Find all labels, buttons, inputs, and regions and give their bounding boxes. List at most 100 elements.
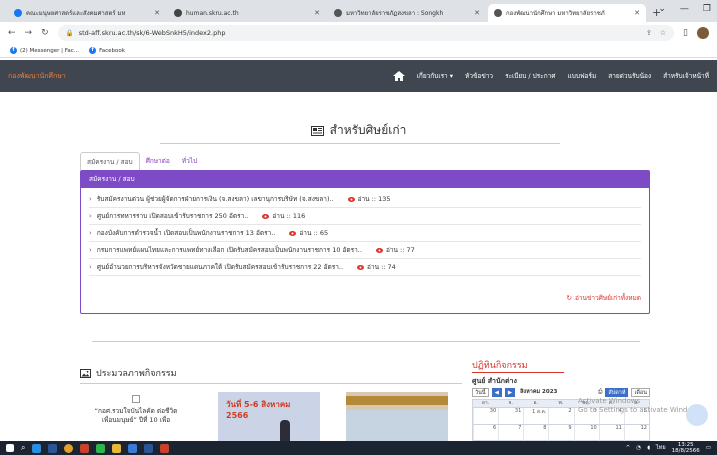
calendar-day[interactable]: 8: [523, 425, 548, 441]
gallery-card-1[interactable]: “กอศ.รวมใจบันไลคัด ต่อชีวิต เพื่อนมนุษย์…: [85, 392, 187, 441]
tab-jobs-exams[interactable]: สมัครงาน / สอบ: [80, 152, 140, 170]
reload-icon[interactable]: ↻: [41, 28, 49, 38]
calendar-week-view[interactable]: สัปดาห์: [605, 387, 629, 397]
taskbar-clock[interactable]: 13:25 18/8/2566: [672, 442, 700, 454]
forward-arrow-icon[interactable]: →: [25, 28, 33, 38]
lock-icon[interactable]: 🔒: [66, 29, 74, 37]
back-arrow-icon[interactable]: ←: [8, 28, 16, 38]
chrome-icon[interactable]: [64, 443, 74, 453]
calendar-day[interactable]: 1 ส.ค.: [523, 408, 548, 424]
browser-tab-3[interactable]: มหาวิทยาลัยราชภัฏสงขลา : Songkh ✕: [328, 4, 486, 22]
menu-forms[interactable]: แบบฟอร์ม: [568, 71, 597, 81]
bookmark-messenger[interactable]: f (2) Messenger | Fac...: [10, 47, 79, 54]
news-title[interactable]: กรมการแพทย์แผนไทยและการแพทย์ทางเลือก เปิ…: [97, 245, 362, 255]
volume-icon[interactable]: ◖: [647, 445, 650, 451]
print-icon[interactable]: ⎙: [598, 389, 602, 396]
menu-hotline[interactable]: สายด่วนรับน้อง: [608, 71, 651, 81]
more-news-link[interactable]: ↻ อ่านข่าวศิษย์เก่าทั้งหมด: [567, 293, 641, 303]
calendar-day[interactable]: 30: [473, 408, 498, 424]
home-icon[interactable]: [392, 71, 405, 81]
chevron-right-icon: ›: [89, 212, 92, 220]
gallery-caption: “กอศ.รวมใจบันไลคัด ต่อชีวิต เพื่อนมนุษย์…: [94, 407, 178, 424]
news-panel: สมัครงาน / สอบ › รับสมัครงานด่วน ผู้ช่วย…: [80, 170, 650, 314]
word-doc-icon[interactable]: [144, 443, 154, 453]
powerpoint-icon[interactable]: [80, 443, 90, 453]
notification-icon[interactable]: ▭: [706, 445, 711, 451]
windows-start-icon[interactable]: [6, 444, 14, 452]
calendar-prev-button[interactable]: ◀: [491, 387, 502, 397]
menu-staff[interactable]: สำหรับเจ้าหน้าที่: [663, 71, 709, 81]
tab-close-icon[interactable]: ✕: [634, 9, 640, 17]
section-divider: [92, 341, 640, 342]
eye-icon: [357, 264, 365, 270]
news-title[interactable]: กองบังคับการตำรวจน้ำ เปิดสอบเป็นพนักงานร…: [97, 228, 276, 238]
restore-icon[interactable]: ❐: [703, 4, 711, 14]
news-title[interactable]: ศูนย์อำนวยการบริหารจังหวัดชายแดนภาคใต้ เ…: [97, 262, 343, 272]
wifi-icon[interactable]: ◔: [636, 445, 641, 451]
list-item[interactable]: › ศูนย์การทหารราบ เปิดสอบเข้ารับราชการ 2…: [89, 208, 641, 225]
calendar-day[interactable]: 2: [548, 408, 573, 424]
view-count: อ่าน :: 77: [375, 245, 415, 255]
scroll-top-button[interactable]: [686, 404, 708, 426]
view-count: อ่าน :: 74: [357, 262, 396, 272]
tab-search-chevron-icon[interactable]: ⌄: [658, 4, 666, 14]
calendar-day[interactable]: 6: [473, 425, 498, 441]
calendar-day[interactable]: 12: [623, 425, 649, 441]
banner-strip: [346, 396, 448, 405]
tab-close-icon[interactable]: ✕: [474, 9, 480, 17]
calendar-day[interactable]: 11: [598, 425, 624, 441]
menu-regulations[interactable]: ระเบียบ / ประกาศ: [505, 71, 555, 81]
url-input[interactable]: 🔒 std-aff.skru.ac.th/sk/6-WebSnkH5/index…: [57, 25, 675, 41]
store-icon[interactable]: [128, 443, 138, 453]
word-icon[interactable]: [48, 443, 58, 453]
tab-general[interactable]: ทั่วไป: [176, 152, 203, 170]
bookmark-facebook[interactable]: f Facebook: [89, 47, 125, 54]
bookmark-star-icon[interactable]: ☆: [660, 29, 666, 37]
line-icon[interactable]: [96, 443, 106, 453]
chevron-right-icon: ›: [89, 229, 92, 237]
menu-news[interactable]: หัวข้อข่าว: [465, 71, 493, 81]
calendar-day[interactable]: 9: [548, 425, 573, 441]
edge-icon[interactable]: [32, 443, 42, 453]
site-brand[interactable]: กองพัฒนานักศึกษา: [8, 71, 66, 82]
tab-close-icon[interactable]: ✕: [154, 9, 160, 17]
tab-further-study[interactable]: ศึกษาต่อ: [140, 152, 176, 170]
input-language[interactable]: ไทย: [656, 444, 666, 452]
search-icon[interactable]: ⌕: [21, 443, 25, 453]
profile-avatar[interactable]: [697, 27, 709, 39]
event-photo: [346, 410, 448, 441]
minimize-icon[interactable]: —: [680, 4, 689, 14]
share-icon[interactable]: ⇪: [646, 29, 652, 37]
news-title[interactable]: ศูนย์การทหารราบ เปิดสอบเข้ารับราชการ 250…: [97, 211, 249, 221]
speaker-figure: [280, 420, 290, 441]
browser-tab-1[interactable]: คณะมนุษยศาสตร์และสังคมศาสตร์ มห ✕: [8, 4, 166, 22]
chevron-right-icon: ›: [89, 263, 92, 271]
calendar-next-button[interactable]: ▶: [504, 387, 516, 397]
gallery-card-2[interactable]: วันที่ 5-6 สิงหาคม 2566: [218, 392, 320, 441]
calendar-day[interactable]: 31: [498, 408, 523, 424]
list-item[interactable]: › กองบังคับการตำรวจน้ำ เปิดสอบเป็นพนักงา…: [89, 225, 641, 242]
menu-about[interactable]: เกี่ยวกับเรา ▾: [417, 71, 453, 81]
list-item[interactable]: › กรมการแพทย์แผนไทยและการแพทย์ทางเลือก เ…: [89, 242, 641, 259]
title-divider: [160, 143, 560, 144]
tray-chevron-icon[interactable]: ^: [626, 445, 631, 451]
news-title[interactable]: รับสมัครงานด่วน ผู้ช่วยผู้จัดการฝ่ายการเ…: [97, 194, 334, 204]
site-navbar: กองพัฒนานักศึกษา เกี่ยวกับเรา ▾ หัวข้อข่…: [0, 60, 717, 92]
file-explorer-icon[interactable]: [112, 443, 122, 453]
calendar-month-view[interactable]: เดือน: [631, 387, 650, 397]
view-count: อ่าน :: 116: [262, 211, 305, 221]
view-count: อ่าน :: 135: [347, 194, 391, 204]
browser-tab-2[interactable]: human.skru.ac.th ✕: [168, 4, 326, 22]
gallery-card-3[interactable]: [346, 392, 448, 441]
list-item[interactable]: › ศูนย์อำนวยการบริหารจังหวัดชายแดนภาคใต้…: [89, 259, 641, 276]
list-item[interactable]: › รับสมัครงานด่วน ผู้ช่วยผู้จัดการฝ่ายกา…: [89, 191, 641, 208]
calendar-day[interactable]: 7: [498, 425, 523, 441]
calendar-day[interactable]: 10: [573, 425, 599, 441]
sidebar-panel-icon[interactable]: ▯: [683, 28, 688, 38]
window-controls: ⌄ — ❐: [658, 4, 711, 14]
tab-close-icon[interactable]: ✕: [314, 9, 320, 17]
calendar-title: ปฏิทินกิจกรรม: [472, 361, 528, 371]
app-icon[interactable]: [160, 443, 170, 453]
browser-tab-4-active[interactable]: กองพัฒนานักศึกษา มหาวิทยาลัยราชภั ✕: [488, 4, 646, 22]
calendar-today-button[interactable]: วันนี้: [472, 387, 489, 397]
